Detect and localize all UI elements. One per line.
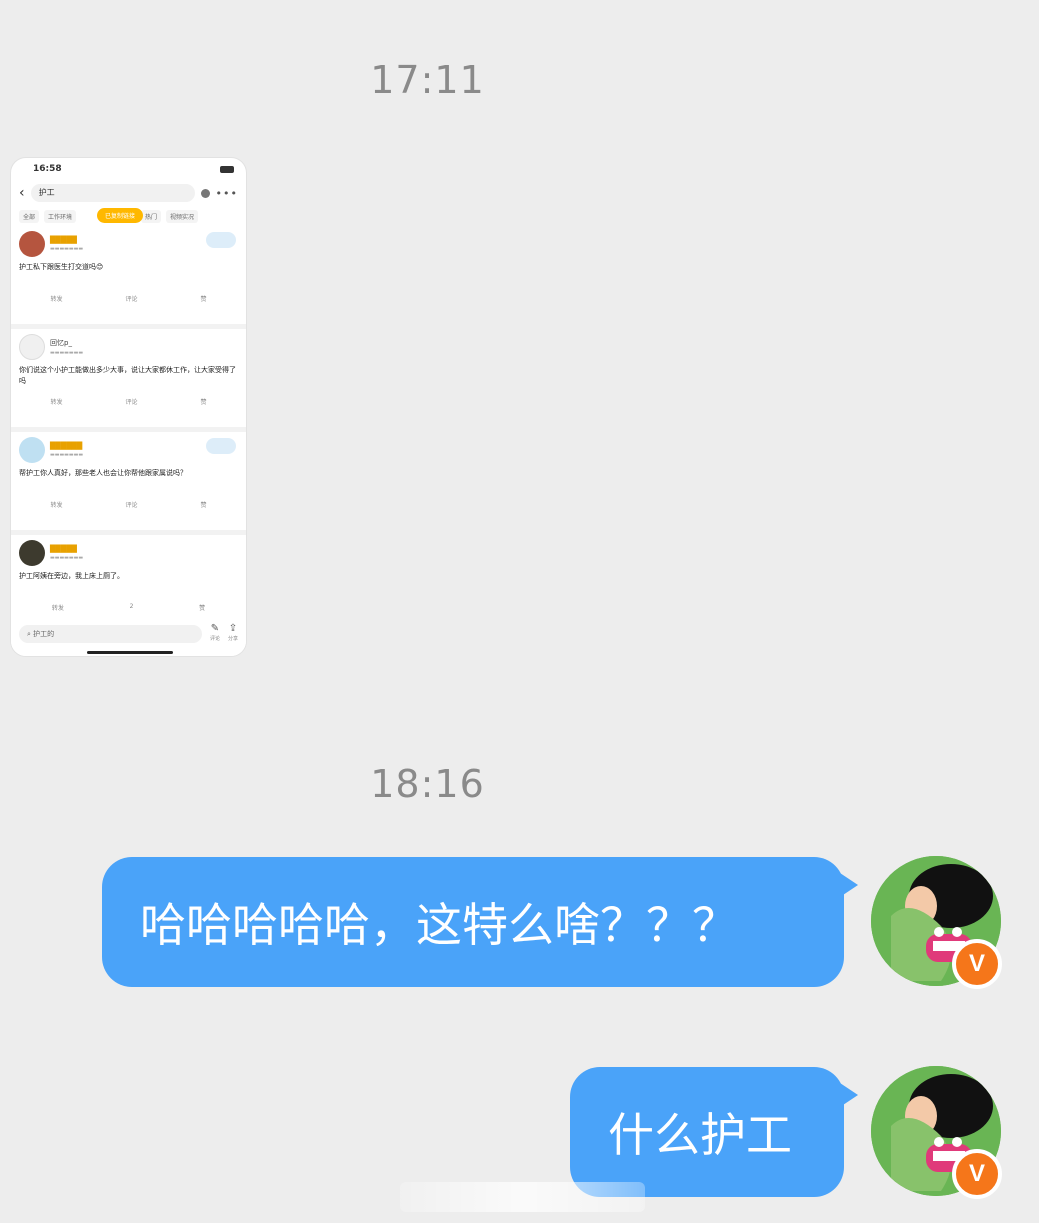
message-text: 哈哈哈哈哈，这特么啥？？？ [140, 898, 738, 952]
post-text: 护工阿姨在旁边，我上床上厕了。 [19, 572, 124, 580]
share-icon: ⇪ 分享 [227, 623, 238, 643]
post-avatar [19, 334, 45, 360]
repost-label: 转发 [50, 296, 63, 303]
post-decoration [206, 438, 236, 454]
post-decoration [206, 232, 236, 248]
post-meta: ▬▬▬▬▬▬▬ [50, 246, 84, 252]
post-author: 回忆p_ [50, 339, 72, 347]
comment-label: 评论 [125, 296, 138, 303]
back-arrow-icon: ‹ [19, 185, 25, 201]
timestamp: 17:11 [370, 58, 485, 102]
repost-label: 转发 [51, 605, 64, 612]
more-icon: ••• [215, 186, 238, 200]
phone-bottom-bar: ⌕ 护工的 ✎ 评论 ⇪ 分享 [11, 612, 246, 656]
like-label: 赞 [199, 605, 206, 612]
phone-search-box: 护工 [30, 184, 195, 202]
post-author: ██████ [50, 442, 83, 450]
phone-tab: 工作环境 [44, 209, 77, 223]
post-avatar [19, 540, 45, 566]
post-actions: 转发 评论 赞 [19, 294, 238, 303]
phone-status-time: 16:58 [33, 164, 62, 174]
phone-tab: 视频实况 [166, 209, 199, 223]
message-bubble[interactable]: 什么护工 [570, 1067, 858, 1197]
phone-status-bar: 16:58 [11, 158, 246, 180]
comment-icon: ✎ 评论 [209, 623, 220, 643]
post-actions: 转发 2 赞 [19, 603, 238, 612]
phone-tab: 全部 [19, 209, 40, 223]
battery-icon [220, 165, 234, 173]
phone-post: █████ ▬▬▬▬▬▬▬ 护工私下跟医生打交道吗😊 转发 评论 赞 [11, 226, 246, 329]
phone-tab: 热门 [141, 209, 162, 223]
image-message-thumbnail[interactable]: 16:58 ‹ 护工 ••• 全部 工作环境 热门 视频实况 已复制链接 ███… [10, 157, 247, 657]
verified-badge-icon: V [952, 1149, 1002, 1199]
post-avatar [19, 437, 45, 463]
post-text: 帮护工你人真好，那些老人也会让你帮他跟家属说吗？ [19, 469, 187, 477]
like-label: 赞 [200, 502, 207, 509]
settings-icon [200, 188, 210, 198]
share-icon-label: 分享 [227, 636, 238, 642]
message-bubble[interactable]: 哈哈哈哈哈，这特么啥？？？ [102, 857, 858, 987]
copy-toast: 已复制链接 [97, 208, 144, 223]
post-meta: ▬▬▬▬▬▬▬ [50, 555, 84, 561]
comment-label: 评论 [125, 399, 138, 406]
comment-label: 2 [129, 603, 134, 610]
comment-label: 评论 [125, 502, 138, 509]
phone-bottom-search-text: 护工的 [33, 630, 55, 638]
post-actions: 转发 评论 赞 [19, 397, 238, 406]
message-text: 什么护工 [608, 1108, 792, 1162]
post-author: █████ [50, 236, 77, 244]
phone-post: ██████ ▬▬▬▬▬▬▬ 帮护工你人真好，那些老人也会让你帮他跟家属说吗？ … [11, 432, 246, 535]
verified-badge-icon: V [952, 939, 1002, 989]
post-text: 你们说这个小护工能做出多少大事，说让大家都休工作，让大家受得了吗 [19, 366, 236, 385]
watermark [400, 1182, 645, 1212]
phone-tabs: 全部 工作环境 热门 视频实况 已复制链接 [11, 206, 246, 226]
phone-search-row: ‹ 护工 ••• [11, 180, 246, 206]
post-actions: 转发 评论 赞 [19, 500, 238, 509]
home-indicator [87, 651, 173, 654]
post-avatar [19, 231, 45, 257]
phone-post: 回忆p_ ▬▬▬▬▬▬▬ 你们说这个小护工能做出多少大事，说让大家都休工作，让大… [11, 329, 246, 432]
post-author: █████ [50, 545, 77, 553]
post-meta: ▬▬▬▬▬▬▬ [50, 350, 84, 356]
post-text: 护工私下跟医生打交道吗😊 [19, 263, 104, 271]
post-meta: ▬▬▬▬▬▬▬ [50, 452, 84, 458]
like-label: 赞 [200, 296, 207, 303]
timestamp: 18:16 [370, 762, 485, 806]
comment-icon-label: 评论 [209, 636, 220, 642]
like-label: 赞 [200, 399, 207, 406]
phone-bottom-search: ⌕ 护工的 [19, 625, 202, 643]
repost-label: 转发 [50, 399, 63, 406]
repost-label: 转发 [50, 502, 63, 509]
